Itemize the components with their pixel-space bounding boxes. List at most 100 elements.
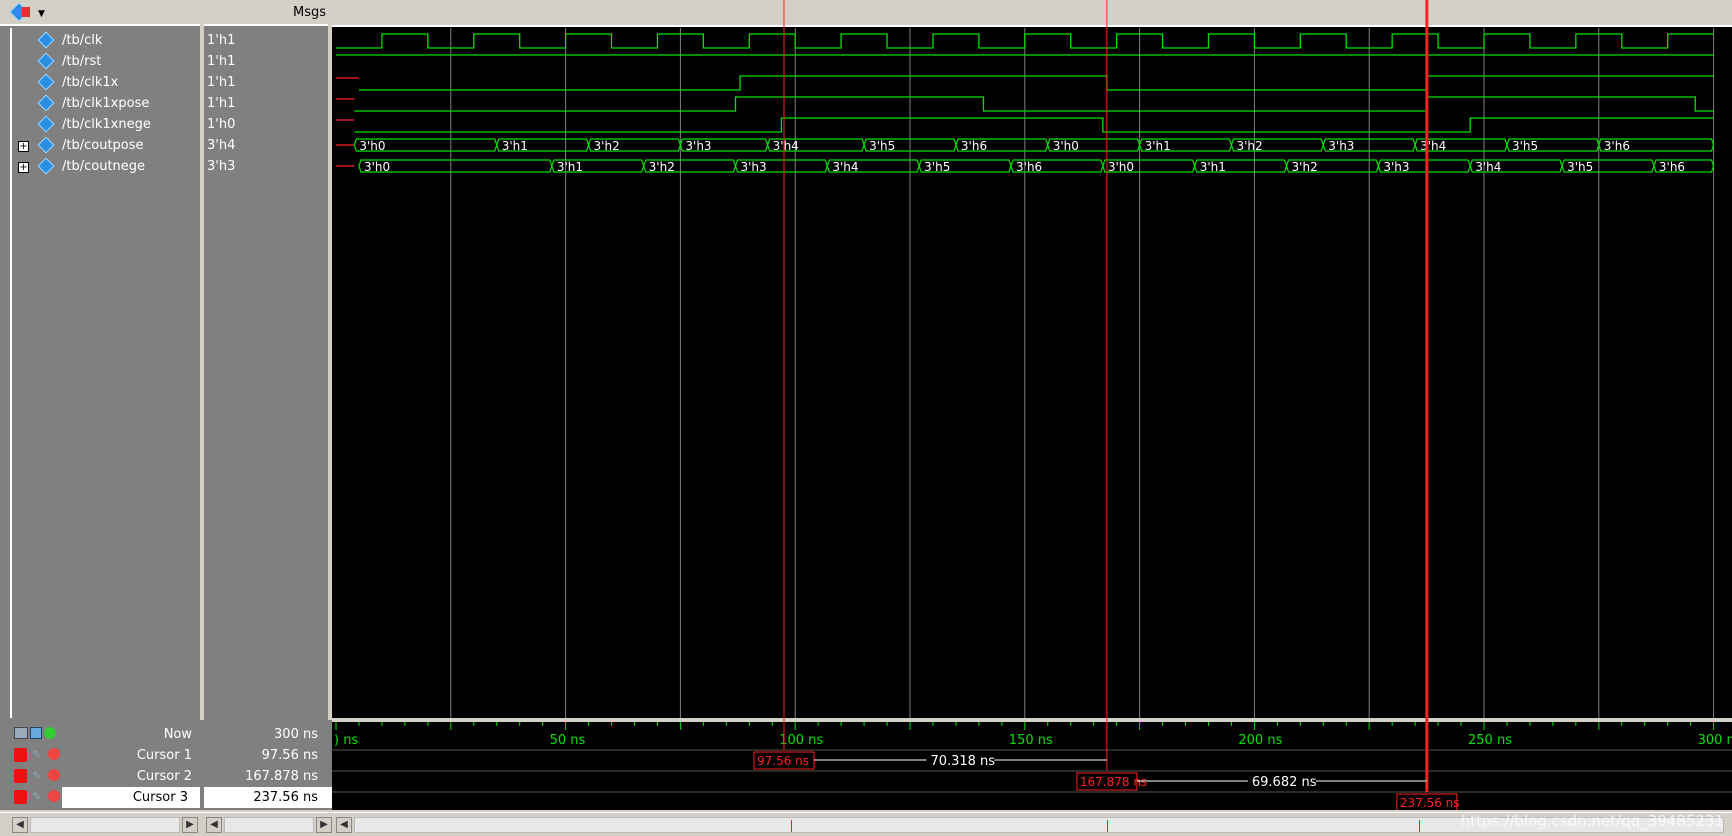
delete-cursor-icon[interactable] — [48, 748, 60, 760]
cursor-icons: ✎ — [0, 745, 62, 766]
signal-name: /tb/clk1xnege — [62, 117, 151, 132]
delta-label: 69.682 ns — [1252, 775, 1317, 790]
scroll-left-icon[interactable]: ◀ — [12, 817, 28, 833]
signal-row[interactable]: /tb/rst — [0, 51, 204, 72]
expand-icon[interactable]: + — [18, 141, 29, 152]
wrench-icon[interactable]: ✎ — [32, 748, 44, 761]
now-label: Now — [163, 727, 192, 742]
signal-row[interactable]: /tb/clk1x — [0, 72, 204, 93]
wave-header — [332, 0, 1732, 26]
bus-value: 3'h0 — [364, 160, 390, 174]
bus-value: 3'h5 — [869, 139, 895, 153]
delete-cursor-icon[interactable] — [48, 769, 60, 781]
bus-value: 3'h4 — [832, 160, 858, 174]
signal-value-row[interactable]: 3'h4 — [204, 135, 332, 156]
add-cursor-icon[interactable] — [30, 727, 42, 739]
bus-value: 3'h1 — [502, 139, 528, 153]
signal-row[interactable]: + /tb/coutpose — [0, 135, 204, 156]
cursor-value: 237.56 ns — [253, 790, 318, 805]
now-value-row: 300 ns — [204, 724, 332, 745]
signal-value: 1'h1 — [207, 75, 236, 90]
lock-icon[interactable] — [14, 748, 27, 762]
scroll-right-icon[interactable]: ▶ — [182, 817, 198, 833]
signal-value: 3'h3 — [207, 159, 236, 174]
signal-row[interactable]: + /tb/coutnege — [0, 156, 204, 177]
msgs-header: Msgs — [204, 0, 332, 26]
scroll-right-icon[interactable]: ▶ — [316, 817, 332, 833]
axis-tick-label: 250 ns — [1468, 733, 1512, 748]
bus-value: 3'h3 — [685, 139, 711, 153]
bus-value: 3'h3 — [1328, 139, 1354, 153]
signal-row[interactable]: /tb/clk1xnege — [0, 114, 204, 135]
signal-diamond-icon — [37, 73, 55, 91]
bus-value: 3'h3 — [1383, 160, 1409, 174]
now-row: Now — [0, 724, 204, 745]
watermark: https://blog.csdn.net/qq_39485231 — [1460, 812, 1724, 830]
cursor-value-row[interactable]: 237.56 ns — [204, 787, 332, 808]
msgs-label: Msgs — [292, 5, 326, 20]
bus-value: 3'h2 — [1292, 160, 1318, 174]
signal-names-pane: ▼ /tb/clk/tb/rst/tb/clk1x/tb/clk1xpose/t… — [0, 0, 204, 810]
names-scroll-track[interactable] — [30, 817, 180, 833]
cursor-values-area: 300 ns 97.56 ns 167.878 ns 237.56 ns — [204, 720, 332, 810]
cursor-row[interactable]: Cursor 3 — [62, 787, 200, 808]
signal-name: /tb/coutpose — [62, 138, 144, 153]
axis-tick-label: 200 ns — [1238, 733, 1282, 748]
axis-separator — [332, 718, 1732, 722]
bus-value: 3'h6 — [961, 139, 987, 153]
values-scroll-track[interactable] — [224, 817, 314, 833]
axis-tick-label: ) ns — [334, 733, 358, 748]
signal-value: 1'h1 — [207, 33, 236, 48]
cursor-time-label: 97.56 ns — [757, 754, 809, 768]
cursor-icons: ✎ — [0, 766, 62, 787]
signal-value-row[interactable]: 1'h0 — [204, 114, 332, 135]
signal-value-row[interactable]: 1'h1 — [204, 30, 332, 51]
wrench-icon[interactable]: ✎ — [32, 790, 44, 803]
bus-value: 3'h5 — [1567, 160, 1593, 174]
cursor-value-row[interactable]: 167.878 ns — [204, 766, 332, 787]
cursor-time-label: 237.56 ns — [1400, 796, 1460, 810]
cursor-names-area: Now Cursor 1 ✎ Cursor 2 ✎ Cursor 3 ✎ — [0, 720, 204, 810]
cursor-toolbar-icon[interactable] — [14, 727, 28, 739]
signal-value-row[interactable]: 1'h1 — [204, 51, 332, 72]
cursor-time-label: 167.878 ns — [1080, 775, 1147, 789]
bus-value: 3'h4 — [773, 139, 799, 153]
signal-diamond-icon — [37, 94, 55, 112]
signal-waveform — [354, 117, 1714, 133]
axis-tick-label: 50 ns — [550, 733, 586, 748]
wrench-icon[interactable]: ✎ — [32, 769, 44, 782]
scroll-left-icon[interactable]: ◀ — [206, 817, 222, 833]
bus-value: 3'h2 — [1236, 139, 1262, 153]
signal-row[interactable]: /tb/clk1xpose — [0, 93, 204, 114]
signal-value: 1'h1 — [207, 54, 236, 69]
scroll-left-icon[interactable]: ◀ — [336, 817, 352, 833]
cursor-label: Cursor 2 — [136, 769, 192, 784]
bus-value: 3'h6 — [1016, 160, 1042, 174]
signal-row[interactable]: /tb/clk — [0, 30, 204, 51]
signal-name: /tb/clk1x — [62, 75, 119, 90]
signal-values-pane: Msgs 1'h1 1'h1 1'h1 1'h1 1'h0 3'h4 3'h3 — [204, 0, 332, 810]
axis-tick-label: 300 ns — [1698, 733, 1732, 748]
lock-icon[interactable] — [14, 790, 27, 804]
signal-diamond-icon — [37, 31, 55, 49]
waveform-pane[interactable]: 3'h0 3'h1 3'h2 3'h3 3'h4 3'h5 3'h6 3'h0 3'h1 3'h2… — [332, 0, 1732, 812]
signal-value: 3'h4 — [207, 138, 236, 153]
signal-value: 1'h1 — [207, 96, 236, 111]
insert-cursor-icon[interactable] — [44, 727, 56, 739]
lock-icon[interactable] — [14, 769, 27, 783]
delta-label: 70.318 ns — [930, 754, 995, 769]
wave-toolbar-icon[interactable]: ▼ — [9, 2, 62, 22]
bus-value: 3'h6 — [1604, 139, 1630, 153]
now-value: 300 ns — [274, 727, 318, 742]
bus-value: 3'h1 — [1200, 160, 1226, 174]
delete-cursor-icon[interactable] — [48, 790, 60, 802]
signal-name: /tb/clk — [62, 33, 103, 48]
expand-icon[interactable]: + — [18, 162, 29, 173]
signal-value-row[interactable]: 1'h1 — [204, 93, 332, 114]
bus-value: 3'h0 — [359, 139, 385, 153]
signal-value-row[interactable]: 3'h3 — [204, 156, 332, 177]
axis-tick-label: 100 ns — [779, 733, 823, 748]
signal-value-row[interactable]: 1'h1 — [204, 72, 332, 93]
signal-diamond-icon — [37, 52, 55, 70]
cursor-value-row[interactable]: 97.56 ns — [204, 745, 332, 766]
